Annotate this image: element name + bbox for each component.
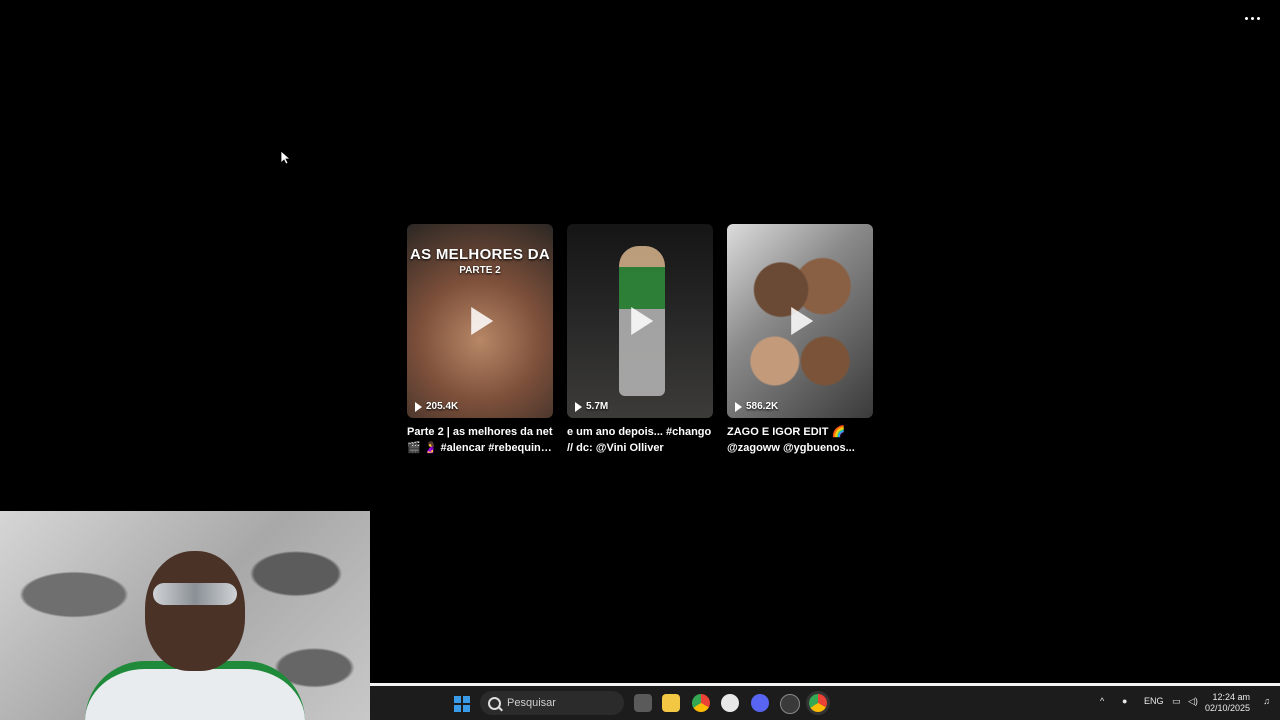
dot xyxy=(1256,16,1260,20)
video-thumbnail[interactable]: 586.2K xyxy=(727,224,873,418)
streamer-head xyxy=(145,551,245,671)
language-indicator[interactable]: ENG xyxy=(1144,696,1164,706)
view-count: 5.7M xyxy=(575,401,608,412)
video-caption[interactable]: Parte 2 | as melhores da net 🎬 🤰 #alenca… xyxy=(407,424,553,456)
task-view-icon[interactable] xyxy=(634,694,652,712)
volume-icon[interactable]: ◁) xyxy=(1188,696,1198,707)
microphone-icon[interactable]: ● xyxy=(1122,696,1127,706)
clock-time: 12:24 am xyxy=(1212,692,1250,702)
play-icon[interactable] xyxy=(791,307,814,335)
play-icon[interactable] xyxy=(471,307,494,335)
obs-icon[interactable] xyxy=(721,694,739,712)
video-grid: AS MELHORES DA PARTE 2 205.4K Parte 2 | … xyxy=(407,224,873,456)
discord-icon[interactable] xyxy=(751,694,769,712)
view-count-text: 586.2K xyxy=(746,401,779,412)
streamer-figure xyxy=(85,551,305,720)
sunglasses xyxy=(153,583,237,605)
video-thumbnail[interactable]: 5.7M xyxy=(567,224,713,418)
overlay-subtitle: PARTE 2 xyxy=(459,265,501,276)
overlay-title: AS MELHORES DA xyxy=(409,246,551,263)
caption-line: ZAGO E IGOR EDIT 🌈 xyxy=(727,426,846,438)
taskbar-search-input[interactable]: Pesquisar xyxy=(480,691,624,715)
caption-line: @zagoww @ygbuenos... xyxy=(727,442,855,454)
windows-start-icon[interactable] xyxy=(454,696,470,712)
video-caption[interactable]: ZAGO E IGOR EDIT 🌈 @zagoww @ygbuenos... xyxy=(727,424,873,456)
show-hidden-icons-chevron-icon[interactable]: ^ xyxy=(1100,696,1104,706)
caption-line: e um ano depois... #chango xyxy=(567,426,712,438)
video-caption[interactable]: e um ano depois... #chango // dc: @Vini … xyxy=(567,424,713,456)
clock[interactable]: 12:24 am 02/10/2025 xyxy=(1205,692,1250,714)
chrome-icon[interactable] xyxy=(692,694,710,712)
views-play-icon xyxy=(415,401,422,412)
taskbar: Pesquisar ^ ● ENG ▭ ◁) 12:24 am 02/10/20… xyxy=(370,686,1280,720)
thumbnail-overlay-text: AS MELHORES DA PARTE 2 xyxy=(407,246,553,276)
video-card[interactable]: 586.2K ZAGO E IGOR EDIT 🌈 @zagoww @ygbue… xyxy=(727,224,873,456)
views-play-icon xyxy=(735,401,742,412)
clock-date: 02/10/2025 xyxy=(1204,703,1250,713)
caption-line: Parte 2 | as melhores da net xyxy=(407,426,553,438)
notification-bell-icon[interactable]: ♫ xyxy=(1263,696,1270,706)
search-placeholder: Pesquisar xyxy=(507,697,556,709)
file-explorer-icon[interactable] xyxy=(662,694,680,712)
search-icon xyxy=(488,696,501,710)
play-icon[interactable] xyxy=(631,307,654,335)
view-count-text: 205.4K xyxy=(426,401,459,412)
dot xyxy=(1250,16,1254,20)
view-count-text: 5.7M xyxy=(586,401,609,412)
view-count: 586.2K xyxy=(735,401,778,412)
webcam-overlay xyxy=(0,511,370,720)
caption-line: 🎬 🤰 #alencar #rebequinh... xyxy=(407,442,553,454)
video-thumbnail[interactable]: AS MELHORES DA PARTE 2 205.4K xyxy=(407,224,553,418)
video-card[interactable]: AS MELHORES DA PARTE 2 205.4K Parte 2 | … xyxy=(407,224,553,456)
mouse-cursor-icon xyxy=(281,151,291,165)
app-icon[interactable] xyxy=(780,694,800,714)
chrome-active-icon[interactable] xyxy=(809,694,827,712)
more-options-button[interactable] xyxy=(1240,6,1264,30)
video-card[interactable]: 5.7M e um ano depois... #chango // dc: @… xyxy=(567,224,713,456)
views-play-icon xyxy=(575,401,582,412)
dot xyxy=(1244,16,1248,20)
caption-line: // dc: @Vini Olliver xyxy=(567,442,664,454)
network-icon[interactable]: ▭ xyxy=(1172,696,1181,707)
view-count: 205.4K xyxy=(415,401,458,412)
